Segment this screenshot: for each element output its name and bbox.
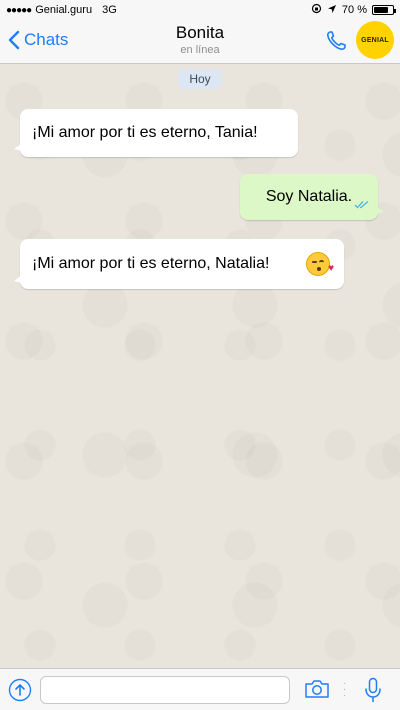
phone-call-icon[interactable] xyxy=(324,29,348,58)
location-arrow-icon xyxy=(327,4,337,17)
chat-area: Hoy ¡Mi amor por ti es eterno, Tania! So… xyxy=(0,65,400,668)
message-text: ¡Mi amor por ti es eterno, Tania! xyxy=(32,124,258,141)
kissing-face-with-heart-icon: ♥ xyxy=(306,252,334,276)
date-separator: Hoy xyxy=(178,69,222,89)
microphone-icon xyxy=(365,677,381,703)
incoming-message[interactable]: ¡Mi amor por ti es eterno, Natalia! ♥ xyxy=(14,239,344,289)
camera-button[interactable] xyxy=(304,679,330,704)
message-text: Soy Natalia. xyxy=(265,188,353,205)
read-receipt-double-check-icon xyxy=(354,196,370,214)
network-type: 3G xyxy=(102,4,117,16)
genial-logo: GENIAL xyxy=(356,21,394,59)
battery-percentage: 70 % xyxy=(341,4,367,16)
separator-dots: · · · xyxy=(343,678,347,701)
message-input-bar: · · · xyxy=(0,668,400,710)
message-text: ¡Mi amor por ti es eterno, Natalia! xyxy=(32,255,270,272)
signal-strength-icon: ●●●●● xyxy=(6,4,32,16)
orientation-lock-icon xyxy=(311,3,322,17)
camera-icon xyxy=(305,680,329,698)
message-input[interactable] xyxy=(40,676,290,704)
share-upload-button[interactable] xyxy=(8,678,32,707)
carrier-name: Genial.guru xyxy=(35,4,93,16)
status-bar: ●●●●● Genial.guru 3G 70 % xyxy=(0,0,400,20)
incoming-message[interactable]: ¡Mi amor por ti es eterno, Tania! xyxy=(14,109,298,157)
microphone-button[interactable] xyxy=(364,677,382,708)
upload-arrow-icon xyxy=(8,678,32,702)
navigation-bar: Chats Bonita en línea GENIAL xyxy=(0,20,400,64)
outgoing-message[interactable]: Soy Natalia. xyxy=(240,174,384,220)
battery-icon xyxy=(372,5,396,15)
